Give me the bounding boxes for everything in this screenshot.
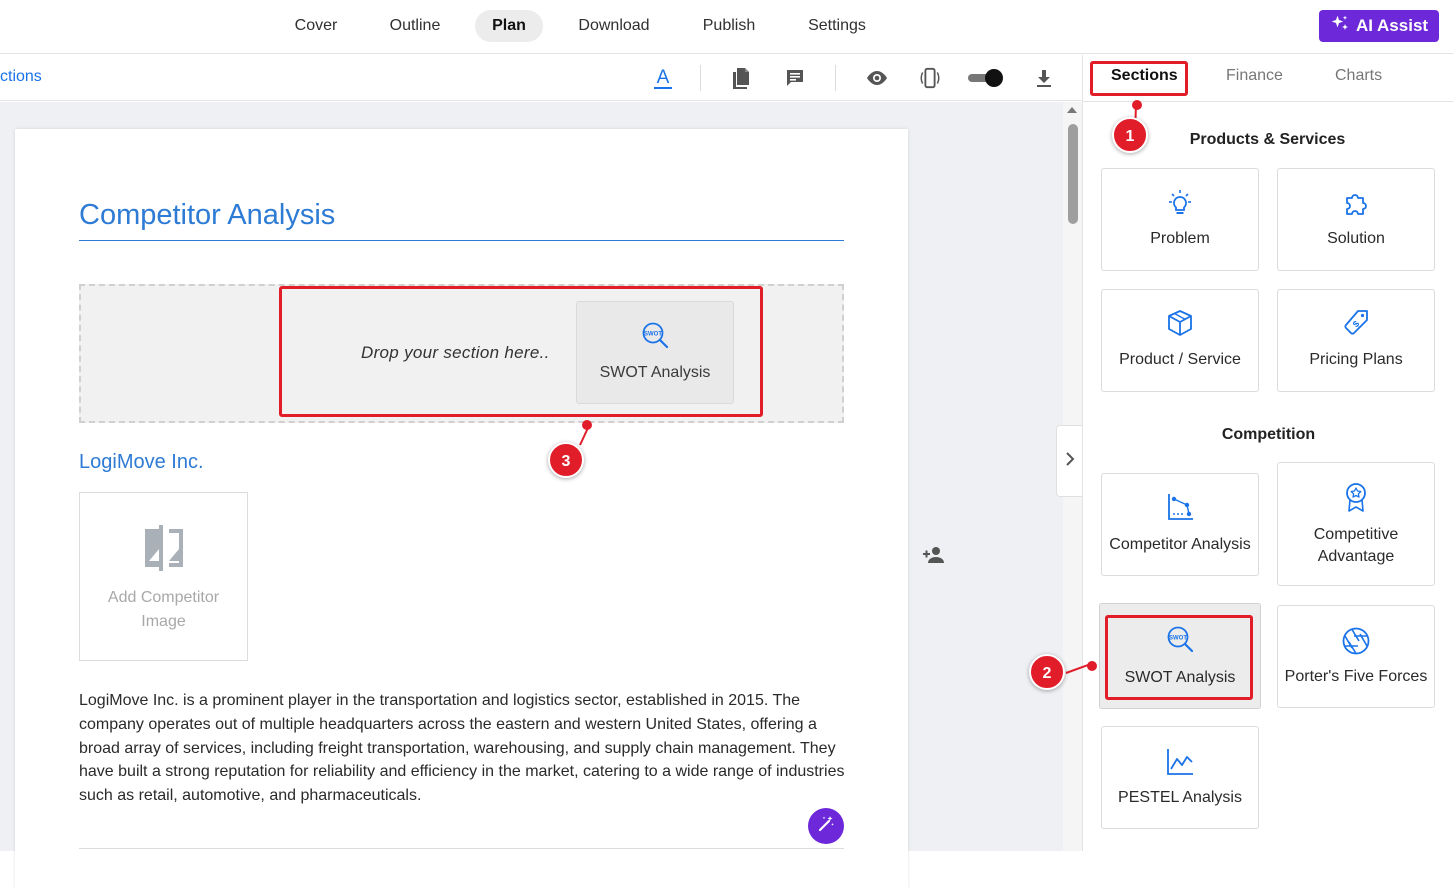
page-title[interactable]: Competitor Analysis	[79, 199, 335, 232]
svg-text:A: A	[657, 67, 670, 88]
eye-icon[interactable]	[865, 66, 889, 90]
section-card-label: Problem	[1150, 230, 1210, 247]
callout-3: 3	[548, 442, 584, 478]
section-card-competitor-analysis[interactable]: Competitor Analysis	[1101, 473, 1259, 576]
section-card-pestel-analysis[interactable]: PESTEL Analysis	[1101, 726, 1259, 829]
tab-settings[interactable]: Settings	[800, 10, 874, 42]
add-competitor-image[interactable]: Add Competitor Image	[79, 492, 248, 661]
highlight-sections-tab	[1090, 61, 1188, 96]
section-card-product-service[interactable]: Product / Service	[1101, 289, 1259, 392]
line-chart-icon	[1102, 747, 1258, 777]
section-card-pricing-plans[interactable]: $ Pricing Plans	[1277, 289, 1435, 392]
competitor-description[interactable]: LogiMove Inc. is a prominent player in t…	[79, 689, 849, 808]
price-tag-icon: $	[1278, 308, 1434, 338]
ai-rewrite-button[interactable]	[808, 808, 844, 844]
panel-tab-finance[interactable]: Finance	[1226, 67, 1283, 91]
download-icon[interactable]	[1032, 66, 1056, 90]
section-card-label: Pricing Plans	[1309, 351, 1403, 368]
tab-cover[interactable]: Cover	[282, 10, 350, 42]
magic-wand-icon	[817, 815, 835, 838]
document-page: Competitor Analysis Drop your section he…	[15, 129, 908, 889]
sections-breadcrumb[interactable]: ctions	[0, 68, 42, 86]
ai-assist-label: AI Assist	[1355, 16, 1429, 35]
image-placeholder-label: Add Competitor Image	[107, 589, 220, 630]
puzzle-icon	[1278, 189, 1434, 219]
comment-icon[interactable]	[783, 66, 807, 90]
top-navigation-bar: Cover Outline Plan Download Publish Sett…	[0, 0, 1453, 54]
image-compare-icon	[80, 523, 247, 573]
section-card-label: Solution	[1327, 230, 1385, 247]
section-card-label: Product / Service	[1119, 351, 1241, 368]
lightbulb-icon	[1102, 189, 1258, 219]
document-canvas: Competitor Analysis Drop your section he…	[0, 102, 1063, 889]
tab-download[interactable]: Download	[570, 10, 658, 42]
callout-1-anchor	[1132, 100, 1142, 110]
award-badge-icon	[1278, 481, 1434, 513]
text-format-icon[interactable]: A	[651, 66, 675, 90]
chevron-right-icon	[1065, 451, 1075, 472]
document-icon[interactable]	[729, 66, 753, 90]
callout-3-anchor	[582, 420, 592, 430]
panel-tab-charts[interactable]: Charts	[1335, 67, 1382, 91]
scatter-chart-icon	[1102, 492, 1258, 522]
section-card-porters-five-forces[interactable]: Porter's Five Forces	[1277, 605, 1435, 708]
scroll-up-arrow[interactable]	[1067, 107, 1077, 113]
mobile-preview-icon[interactable]	[918, 66, 942, 90]
callout-1: 1	[1112, 117, 1148, 153]
section-card-competitive-advantage[interactable]: Competitive Advantage	[1277, 462, 1435, 586]
highlight-drop-zone	[279, 286, 763, 417]
aperture-icon	[1278, 626, 1434, 656]
tab-publish[interactable]: Publish	[692, 10, 766, 42]
ai-assist-button[interactable]: AI Assist	[1319, 10, 1439, 42]
tab-outline[interactable]: Outline	[378, 10, 452, 42]
sections-panel: Sections Finance Charts Products & Servi…	[1082, 55, 1453, 851]
callout-2-anchor	[1087, 661, 1097, 671]
callout-2: 2	[1029, 654, 1065, 690]
group-heading-competition: Competition	[1221, 426, 1316, 443]
section-divider	[79, 848, 844, 849]
add-collaborator-icon[interactable]	[923, 546, 945, 569]
section-card-label: Competitor Analysis	[1109, 536, 1251, 553]
collapse-panel-button[interactable]	[1056, 425, 1083, 497]
section-card-problem[interactable]: Problem	[1101, 168, 1259, 271]
competitor-name[interactable]: LogiMove Inc.	[79, 451, 204, 474]
section-card-label: PESTEL Analysis	[1118, 789, 1242, 806]
view-toggle-switch[interactable]	[966, 66, 1006, 90]
sparkle-icon	[1330, 14, 1350, 39]
section-card-label: Competitive Advantage	[1313, 526, 1399, 565]
title-divider	[79, 240, 844, 241]
section-card-label: Porter's Five Forces	[1284, 668, 1428, 685]
highlight-swot-card	[1105, 615, 1253, 700]
cube-icon	[1102, 308, 1258, 338]
section-card-solution[interactable]: Solution	[1277, 168, 1435, 271]
tab-plan[interactable]: Plan	[475, 10, 543, 42]
editor-toolbar: ctions A	[0, 55, 1082, 101]
scrollbar-thumb[interactable]	[1068, 124, 1078, 224]
